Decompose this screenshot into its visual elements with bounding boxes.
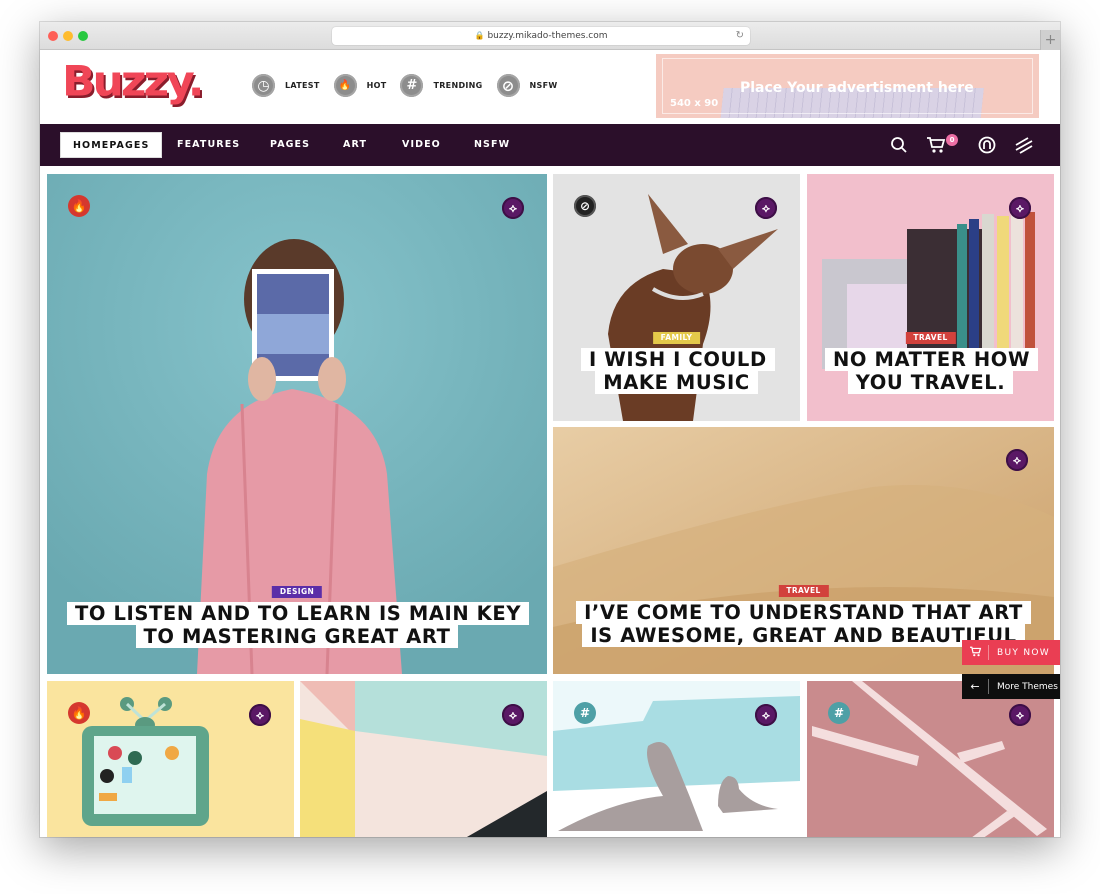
more-themes-button[interactable]: ← More Themes — [962, 674, 1060, 699]
post-title[interactable]: I WISH I COULD MAKE MUSIC — [553, 348, 800, 394]
url-text: buzzy.mikado-themes.com — [487, 31, 608, 41]
cart-icon — [962, 646, 988, 660]
post-tile[interactable]: ⊘ ⟡ FAMILY I WISH I COULD MAKE MUSIC — [553, 174, 800, 421]
share-icon[interactable]: ⟡ — [1009, 704, 1031, 726]
ad-banner[interactable]: Place Your advertisment here 540 x 90 — [656, 54, 1039, 118]
post-tile[interactable]: ⟡ TRAVEL NO MATTER HOW YOU TRAVEL. — [807, 174, 1054, 421]
arrow-left-icon: ← — [970, 680, 980, 693]
post-tile-large[interactable]: 🔥 ⟡ DESIGN TO LISTEN AND TO LEARN IS MAI… — [47, 174, 547, 674]
ad-size: 540 x 90 — [670, 98, 719, 109]
ad-title: Place Your advertisment here — [740, 80, 974, 96]
site-header: Buzzy. ◷ LATEST 🔥 HOT # TRENDING ⊘ NSFW … — [40, 50, 1060, 124]
share-icon[interactable]: ⟡ — [1006, 449, 1028, 471]
hashtag-icon: # — [400, 74, 424, 97]
share-icon[interactable]: ⟡ — [502, 704, 524, 726]
nav-features[interactable]: FEATURES — [177, 132, 240, 158]
minimize-window-button[interactable] — [63, 31, 73, 41]
menu-icon[interactable] — [1014, 136, 1034, 156]
main-nav: HOMEPAGES FEATURES PAGES ART VIDEO NSFW … — [40, 124, 1060, 166]
nav-video[interactable]: VIDEO — [402, 132, 441, 158]
quick-nav-label: NSFW — [529, 81, 558, 90]
hot-icon[interactable]: 🔥 — [68, 702, 90, 724]
clock-icon: ◷ — [252, 74, 275, 97]
quick-nav-hot[interactable]: 🔥 HOT — [333, 74, 387, 97]
hot-icon[interactable]: 🔥 — [68, 195, 90, 217]
post-title-text: TO LISTEN AND TO LEARN IS MAIN KEY TO MA… — [67, 602, 530, 648]
quick-nav-trending[interactable]: # TRENDING — [400, 74, 482, 97]
quick-nav-label: LATEST — [285, 81, 320, 90]
buy-now-button[interactable]: BUY NOW — [962, 640, 1060, 665]
flame-icon: 🔥 — [333, 74, 357, 97]
reload-icon[interactable]: ↻ — [736, 27, 744, 45]
browser-chrome: 🔒 buzzy.mikado-themes.com ↻ + — [40, 22, 1060, 50]
nav-homepages[interactable]: HOMEPAGES — [60, 132, 163, 158]
quick-nav: ◷ LATEST 🔥 HOT # TRENDING ⊘ NSFW — [252, 74, 571, 97]
quick-nav-label: HOT — [366, 81, 387, 90]
post-tile[interactable]: # ⟡ — [553, 681, 800, 837]
post-tile[interactable]: ⟡ — [300, 681, 547, 837]
quick-nav-nsfw[interactable]: ⊘ NSFW — [496, 74, 558, 97]
trending-icon[interactable]: # — [828, 702, 850, 724]
quick-nav-latest[interactable]: ◷ LATEST — [252, 74, 320, 97]
post-tile-wide[interactable]: ⟡ TRAVEL I’VE COME TO UNDERSTAND THAT AR… — [553, 427, 1054, 674]
cart-icon[interactable] — [926, 136, 946, 156]
share-icon[interactable]: ⟡ — [755, 704, 777, 726]
site-logo[interactable]: Buzzy. — [62, 57, 204, 105]
buy-now-label: BUY NOW — [997, 647, 1050, 658]
nsfw-icon[interactable]: ⊘ — [574, 195, 596, 217]
maximize-window-button[interactable] — [78, 31, 88, 41]
nav-art[interactable]: ART — [343, 132, 367, 158]
browser-window: 🔒 buzzy.mikado-themes.com ↻ + Buzzy. ◷ LA… — [40, 22, 1060, 837]
share-icon[interactable]: ⟡ — [249, 704, 271, 726]
category-badge[interactable]: TRAVEL — [778, 585, 829, 597]
quick-nav-label: TRENDING — [433, 81, 483, 90]
category-badge[interactable]: FAMILY — [652, 332, 701, 344]
search-icon[interactable] — [889, 136, 909, 156]
nav-pages[interactable]: PAGES — [270, 132, 310, 158]
cart-count-badge: 0 — [946, 134, 958, 146]
category-badge[interactable]: TRAVEL — [905, 332, 956, 344]
divider — [988, 645, 989, 660]
nav-nsfw[interactable]: NSFW — [474, 132, 510, 158]
post-title[interactable]: TO LISTEN AND TO LEARN IS MAIN KEY TO MA… — [47, 602, 547, 648]
new-tab-button[interactable]: + — [1040, 30, 1060, 50]
post-tile[interactable]: 🔥 ⟡ — [47, 681, 294, 837]
address-bar[interactable]: 🔒 buzzy.mikado-themes.com ↻ — [332, 27, 750, 45]
share-icon[interactable]: ⟡ — [502, 197, 524, 219]
post-title-text: NO MATTER HOW YOU TRAVEL. — [825, 348, 1039, 394]
divider — [988, 679, 989, 694]
share-icon[interactable]: ⟡ — [1009, 197, 1031, 219]
more-themes-label: More Themes — [997, 681, 1058, 692]
user-icon[interactable] — [977, 136, 997, 156]
forbidden-icon: ⊘ — [496, 74, 520, 97]
lock-icon: 🔒 — [474, 31, 485, 40]
trending-icon[interactable]: # — [574, 702, 596, 724]
post-title[interactable]: NO MATTER HOW YOU TRAVEL. — [807, 348, 1054, 394]
share-icon[interactable]: ⟡ — [755, 197, 777, 219]
post-image-woman — [47, 174, 547, 674]
post-tile[interactable]: # ⟡ — [807, 681, 1054, 837]
category-badge[interactable]: DESIGN — [271, 586, 323, 598]
close-window-button[interactable] — [48, 31, 58, 41]
post-title-text: I WISH I COULD MAKE MUSIC — [581, 348, 775, 394]
